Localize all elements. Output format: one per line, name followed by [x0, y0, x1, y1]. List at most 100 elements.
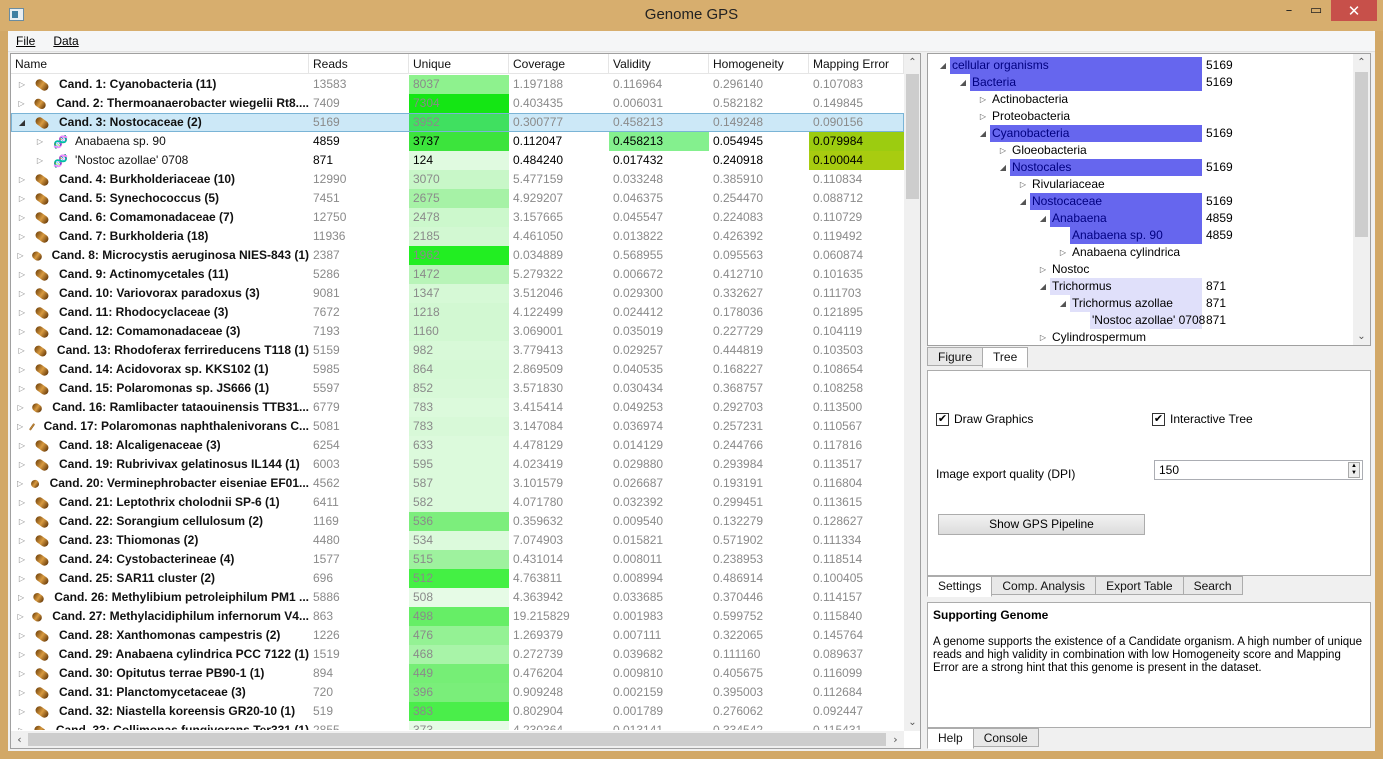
menu-data[interactable]: Data — [53, 34, 78, 48]
tree-node[interactable]: ▷ Actinobacteria — [928, 91, 1348, 108]
table-row[interactable]: ▷ Cand. 27: Methylacidiphilum infernorum … — [11, 607, 904, 626]
maximize-button[interactable]: ▭ — [1303, 0, 1329, 21]
column-header-reads[interactable]: Reads — [309, 54, 409, 74]
expand-arrow-icon[interactable]: ▷ — [17, 94, 26, 113]
menu-file[interactable]: File — [16, 34, 35, 48]
close-button[interactable]: ✕ — [1331, 0, 1377, 21]
expand-arrow-icon[interactable]: ▷ — [978, 108, 988, 125]
draw-graphics-checkbox[interactable]: ✔ Draw Graphics — [936, 412, 1033, 426]
table-row[interactable]: ▷ Cand. 26: Methylibium petroleiphilum PM… — [11, 588, 904, 607]
column-header-unique[interactable]: Unique — [409, 54, 509, 74]
expand-arrow-icon[interactable]: ▷ — [17, 664, 27, 683]
expand-arrow-icon[interactable]: ▷ — [1018, 176, 1028, 193]
tab-export-table[interactable]: Export Table — [1095, 576, 1184, 595]
collapse-arrow-icon[interactable]: ◢ — [938, 57, 948, 74]
tab-search[interactable]: Search — [1182, 576, 1243, 595]
table-row[interactable]: ▷ Cand. 4: Burkholderiaceae (10) 12990 3070… — [11, 170, 904, 189]
expand-arrow-icon[interactable]: ▷ — [978, 91, 988, 108]
tab-tree[interactable]: Tree — [982, 347, 1029, 368]
table-row[interactable]: ▷ Cand. 9: Actinomycetales (11) 5286 1472 5.… — [11, 265, 904, 284]
tab-settings[interactable]: Settings — [927, 576, 993, 597]
expand-arrow-icon[interactable]: ▷ — [17, 360, 27, 379]
scroll-left-icon[interactable]: ‹ — [11, 731, 28, 748]
tree-node[interactable]: ◢ cellular organisms 5169 — [928, 57, 1348, 74]
expand-arrow-icon[interactable]: ▷ — [17, 189, 27, 208]
column-header-mapping-error[interactable]: Mapping Error — [809, 54, 904, 74]
column-header-coverage[interactable]: Coverage — [509, 54, 609, 74]
table-row[interactable]: ▷ Cand. 33: Collimonas fungivorans Ter331… — [11, 721, 904, 730]
collapse-arrow-icon[interactable]: ◢ — [17, 113, 27, 132]
tree-node[interactable]: ▷ Rivulariaceae — [928, 176, 1348, 193]
table-row[interactable]: ▷ Cand. 12: Comamonadaceae (3) 7193 1160 3.0… — [11, 322, 904, 341]
collapse-arrow-icon[interactable]: ◢ — [998, 159, 1008, 176]
table-row[interactable]: ▷ Cand. 28: Xanthomonas campestris (2) 122… — [11, 626, 904, 645]
scroll-down-icon[interactable]: ⌄ — [1353, 328, 1370, 345]
tab-help[interactable]: Help — [927, 728, 974, 749]
table-row[interactable]: ▷ Cand. 20: Verminephrobacter eiseniae EF… — [11, 474, 904, 493]
table-row[interactable]: ▷ Cand. 16: Ramlibacter tataouinensis TTB… — [11, 398, 904, 417]
tree-node[interactable]: 'Nostoc azollae' 0708 871 — [928, 312, 1348, 329]
column-header-homogeneity[interactable]: Homogeneity — [709, 54, 809, 74]
table-row[interactable]: ▷ Cand. 8: Microcystis aeruginosa NIES-84… — [11, 246, 904, 265]
table-row[interactable]: ▷ Cand. 19: Rubrivivax gelatinosus IL144 … — [11, 455, 904, 474]
scroll-up-icon[interactable]: ⌃ — [1353, 54, 1370, 71]
table-row[interactable]: ▷ Cand. 7: Burkholderia (18) 11936 2185 4.46… — [11, 227, 904, 246]
table-row[interactable]: ▷ Cand. 17: Polaromonas naphthalenivorans… — [11, 417, 904, 436]
table-row[interactable]: ▷ Cand. 6: Comamonadaceae (7) 12750 2478 3.1… — [11, 208, 904, 227]
expand-arrow-icon[interactable]: ▷ — [17, 322, 27, 341]
table-row[interactable]: ▷ Cand. 13: Rhodoferax ferrireducens T118… — [11, 341, 904, 360]
expand-arrow-icon[interactable]: ▷ — [17, 398, 24, 417]
expand-arrow-icon[interactable]: ▷ — [17, 284, 27, 303]
expand-arrow-icon[interactable]: ▷ — [17, 721, 26, 730]
expand-arrow-icon[interactable]: ▷ — [35, 151, 45, 170]
table-row[interactable]: ▷ Cand. 1: Cyanobacteria (11) 13583 8037 1.1… — [11, 75, 904, 94]
tree-vertical-scrollbar[interactable]: ⌃ ⌄ — [1353, 54, 1370, 345]
collapse-arrow-icon[interactable]: ◢ — [1018, 193, 1028, 210]
table-row[interactable]: ▷ Cand. 32: Niastella koreensis GR20-10 (… — [11, 702, 904, 721]
collapse-arrow-icon[interactable]: ◢ — [1038, 210, 1048, 227]
interactive-tree-checkbox[interactable]: ✔ Interactive Tree — [1152, 412, 1253, 426]
expand-arrow-icon[interactable]: ▷ — [17, 550, 27, 569]
show-gps-pipeline-button[interactable]: Show GPS Pipeline — [938, 514, 1145, 535]
tree-node[interactable]: ▷ Nostoc — [928, 261, 1348, 278]
collapse-arrow-icon[interactable]: ◢ — [958, 74, 968, 91]
dpi-spinbox[interactable]: 150 ▲ ▼ — [1154, 460, 1363, 480]
scroll-right-icon[interactable]: › — [887, 731, 904, 748]
table-row[interactable]: ▷ Cand. 21: Leptothrix cholodnii SP-6 (1)… — [11, 493, 904, 512]
expand-arrow-icon[interactable]: ▷ — [17, 683, 27, 702]
expand-arrow-icon[interactable]: ▷ — [17, 569, 27, 588]
tab-figure[interactable]: Figure — [927, 347, 984, 366]
expand-arrow-icon[interactable]: ▷ — [17, 645, 27, 664]
collapse-arrow-icon[interactable]: ◢ — [1038, 278, 1048, 295]
tree-node[interactable]: ◢ Cyanobacteria 5169 — [928, 125, 1348, 142]
expand-arrow-icon[interactable]: ▷ — [17, 474, 23, 493]
expand-arrow-icon[interactable]: ▷ — [1038, 329, 1048, 345]
dpi-value[interactable]: 150 — [1159, 463, 1179, 477]
expand-arrow-icon[interactable]: ▷ — [17, 436, 27, 455]
column-header-validity[interactable]: Validity — [609, 54, 709, 74]
expand-arrow-icon[interactable]: ▷ — [17, 75, 27, 94]
table-row[interactable]: ▷ Cand. 25: SAR11 cluster (2) 696 512 4.7638… — [11, 569, 904, 588]
table-horizontal-scrollbar[interactable]: ‹ › — [11, 731, 904, 748]
expand-arrow-icon[interactable]: ▷ — [17, 493, 27, 512]
table-row[interactable]: ▷ Cand. 23: Thiomonas (2) 4480 534 7.074903 0… — [11, 531, 904, 550]
scroll-up-icon[interactable]: ⌃ — [904, 54, 920, 71]
table-child-row[interactable]: ▷ 🧬 Anabaena sp. 90 4859 3737 0.112047 0.45821… — [11, 132, 904, 151]
expand-arrow-icon[interactable]: ▷ — [17, 702, 27, 721]
column-header-name[interactable]: Name — [11, 54, 309, 74]
scroll-thumb[interactable] — [906, 74, 919, 199]
expand-arrow-icon[interactable]: ▷ — [998, 142, 1008, 159]
table-row[interactable]: ▷ Cand. 5: Synechococcus (5) 7451 2675 4.929… — [11, 189, 904, 208]
checkbox-icon[interactable]: ✔ — [936, 412, 949, 426]
table-child-row[interactable]: ▷ 🧬 'Nostoc azollae' 0708 871 124 0.484240 0.0… — [11, 151, 904, 170]
tree-node[interactable]: ◢ Trichormus 871 — [928, 278, 1348, 295]
tree-node[interactable]: ◢ Anabaena 4859 — [928, 210, 1348, 227]
expand-arrow-icon[interactable]: ▷ — [17, 170, 27, 189]
table-row[interactable]: ▷ Cand. 22: Sorangium cellulosum (2) 1169 5… — [11, 512, 904, 531]
tab-console[interactable]: Console — [972, 728, 1039, 747]
tree-node[interactable]: Anabaena sp. 90 4859 — [928, 227, 1348, 244]
table-row[interactable]: ▷ Cand. 24: Cystobacterineae (4) 1577 515 0.… — [11, 550, 904, 569]
expand-arrow-icon[interactable]: ▷ — [17, 208, 27, 227]
expand-arrow-icon[interactable]: ▷ — [1058, 244, 1068, 261]
scroll-down-icon[interactable]: ⌄ — [904, 714, 920, 731]
